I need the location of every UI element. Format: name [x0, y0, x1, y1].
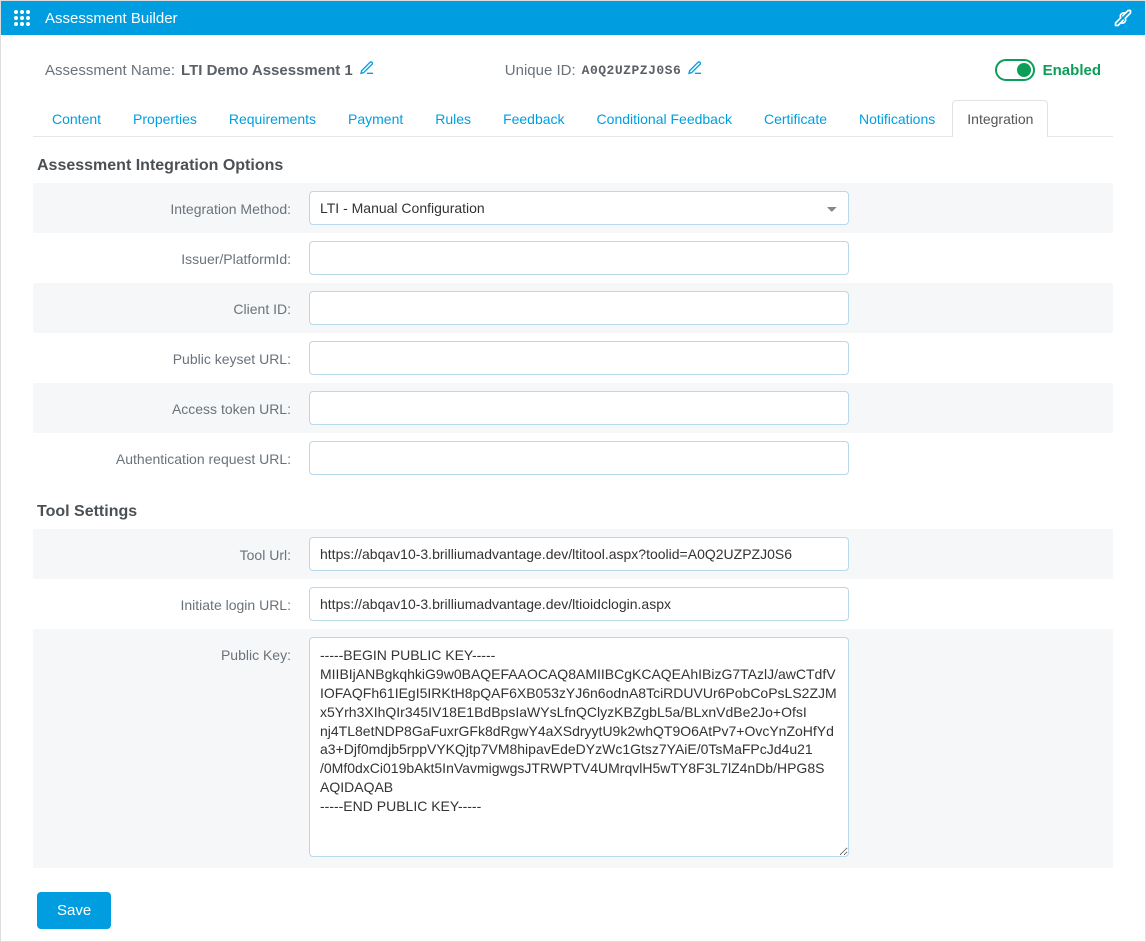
tab-payment[interactable]: Payment	[333, 100, 418, 137]
enabled-toggle-group: Enabled	[995, 59, 1101, 81]
token-url-input[interactable]	[309, 391, 849, 425]
titlebar: Assessment Builder	[1, 1, 1145, 35]
unique-id-label: Unique ID:	[505, 62, 576, 79]
row-auth-url: Authentication request URL:	[33, 433, 1113, 483]
tab-properties[interactable]: Properties	[118, 100, 212, 137]
unique-id-value: A0Q2UZPZJ0S6	[582, 63, 682, 78]
unique-id-group: Unique ID: A0Q2UZPZJ0S6	[505, 60, 704, 80]
tab-conditional-feedback[interactable]: Conditional Feedback	[582, 100, 747, 137]
app-title: Assessment Builder	[45, 10, 1113, 27]
label-login-url: Initiate login URL:	[37, 587, 309, 613]
row-issuer: Issuer/PlatformId:	[33, 233, 1113, 283]
label-tool-url: Tool Url:	[37, 537, 309, 563]
client-id-input[interactable]	[309, 291, 849, 325]
login-url-input[interactable]	[309, 587, 849, 621]
label-issuer: Issuer/PlatformId:	[37, 241, 309, 267]
section-tool-title: Tool Settings	[33, 483, 1113, 529]
content-area: Assessment Name: LTI Demo Assessment 1 U…	[1, 35, 1145, 941]
window: Assessment Builder Assessment Name: LTI …	[0, 0, 1146, 942]
label-token-url: Access token URL:	[37, 391, 309, 417]
label-client-id: Client ID:	[37, 291, 309, 317]
section-integration-title: Assessment Integration Options	[33, 137, 1113, 183]
tab-notifications[interactable]: Notifications	[844, 100, 950, 137]
assessment-name-label: Assessment Name:	[45, 62, 175, 79]
tab-requirements[interactable]: Requirements	[214, 100, 331, 137]
tab-integration[interactable]: Integration	[952, 100, 1048, 137]
tab-rules[interactable]: Rules	[420, 100, 486, 137]
row-login-url: Initiate login URL:	[33, 579, 1113, 629]
row-public-key: Public Key:	[33, 629, 1113, 868]
tab-certificate[interactable]: Certificate	[749, 100, 842, 137]
row-keyset-url: Public keyset URL:	[33, 333, 1113, 383]
header-row: Assessment Name: LTI Demo Assessment 1 U…	[33, 35, 1113, 99]
row-tool-url: Tool Url:	[33, 529, 1113, 579]
label-auth-url: Authentication request URL:	[37, 441, 309, 467]
save-button[interactable]: Save	[37, 892, 111, 929]
enabled-toggle[interactable]	[995, 59, 1035, 81]
tool-url-input[interactable]	[309, 537, 849, 571]
tabs: ContentPropertiesRequirementsPaymentRule…	[33, 99, 1113, 137]
keyset-url-input[interactable]	[309, 341, 849, 375]
pencil-icon[interactable]	[687, 60, 703, 80]
integration-method-select[interactable]: LTI - Manual Configuration	[309, 191, 849, 225]
auth-url-input[interactable]	[309, 441, 849, 475]
tab-content[interactable]: Content	[37, 100, 116, 137]
label-keyset-url: Public keyset URL:	[37, 341, 309, 367]
label-integration-method: Integration Method:	[37, 191, 309, 217]
label-public-key: Public Key:	[37, 637, 309, 663]
assessment-name-value: LTI Demo Assessment 1	[181, 62, 353, 79]
tools-icon[interactable]	[1113, 8, 1133, 28]
row-token-url: Access token URL:	[33, 383, 1113, 433]
tab-feedback[interactable]: Feedback	[488, 100, 579, 137]
apps-grid-icon[interactable]	[13, 9, 31, 27]
row-integration-method: Integration Method: LTI - Manual Configu…	[33, 183, 1113, 233]
public-key-textarea[interactable]	[309, 637, 849, 857]
row-client-id: Client ID:	[33, 283, 1113, 333]
issuer-input[interactable]	[309, 241, 849, 275]
enabled-label: Enabled	[1043, 62, 1101, 79]
pencil-icon[interactable]	[359, 60, 375, 80]
